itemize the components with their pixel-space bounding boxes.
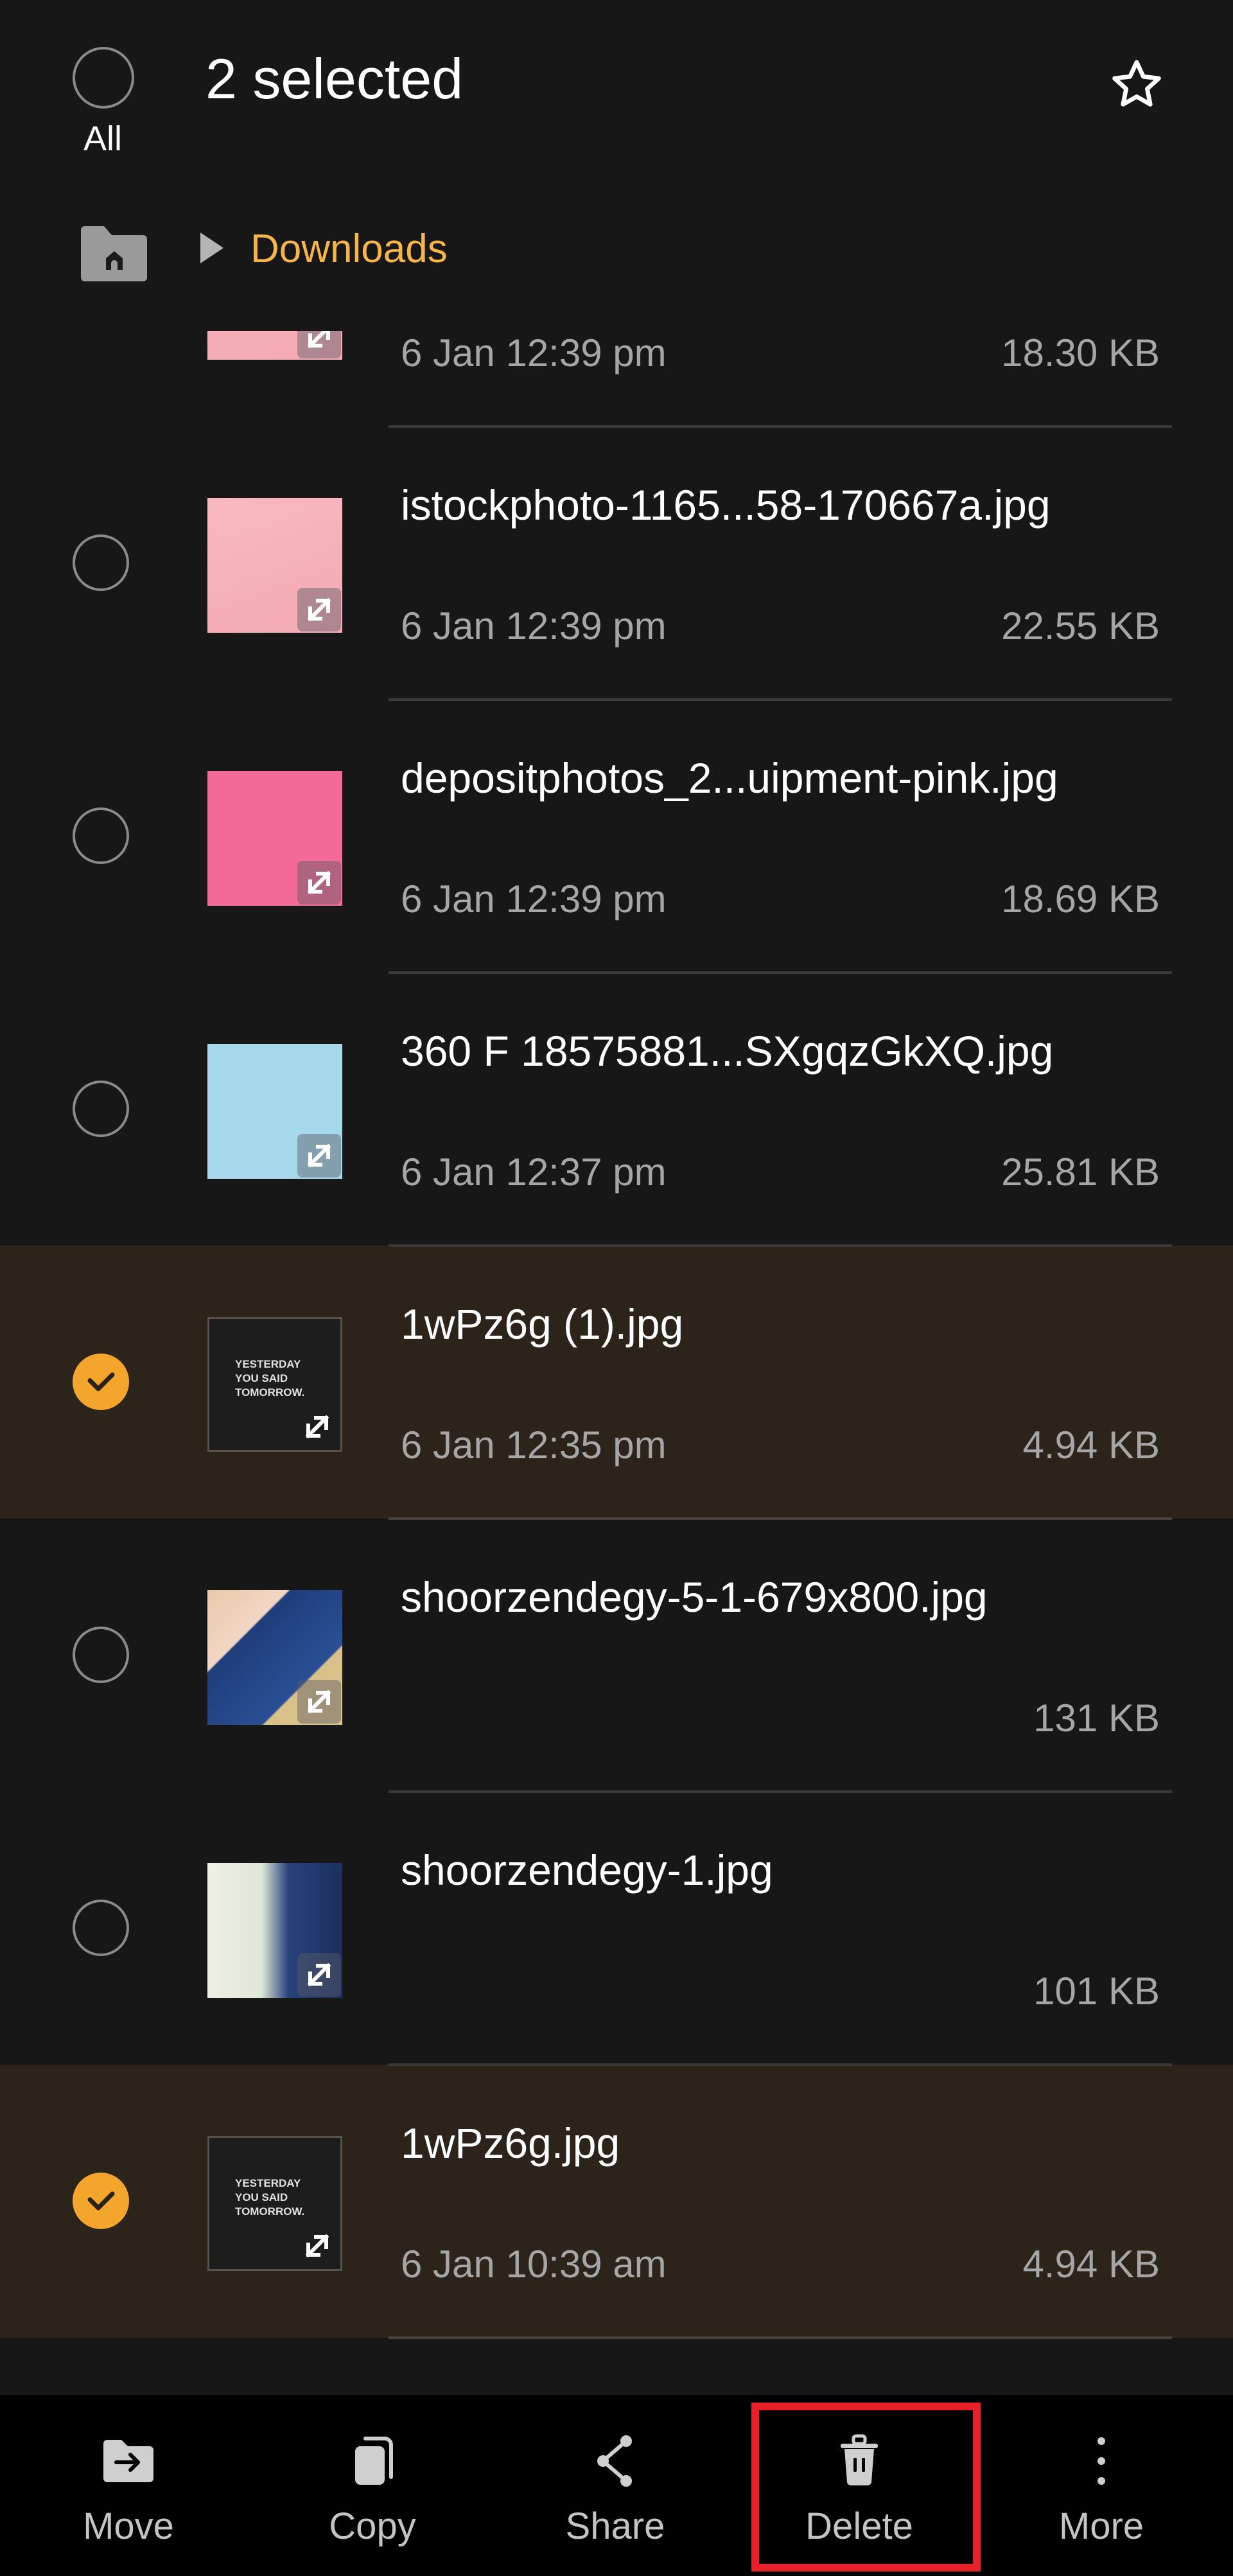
file-name: istockphoto-1165...58-170667a.jpg	[401, 481, 1051, 529]
copy-label: Copy	[329, 2505, 416, 2547]
row-divider	[389, 698, 1172, 701]
row-divider	[389, 2336, 1172, 2339]
share-label: Share	[565, 2505, 665, 2547]
copy-icon	[355, 2437, 393, 2485]
expand-preview-icon[interactable]	[297, 1953, 341, 1997]
file-thumbnail[interactable]	[207, 1044, 342, 1179]
move-to-folder-icon	[103, 2440, 153, 2482]
expand-preview-icon[interactable]	[297, 861, 341, 904]
file-row[interactable]: istockphoto-1165...58-170667a.jpg 6 Jan 1…	[0, 427, 1233, 701]
file-size: 18.69 KB	[1001, 878, 1160, 921]
checkbox-unchecked[interactable]	[73, 1627, 129, 1683]
thumbnail-text: YESTERDAY YOU SAID TOMORROW.	[235, 2177, 305, 2218]
file-row[interactable]: YESTERDAY YOU SAID TOMORROW. 1wPz6g (1).j…	[0, 1246, 1233, 1520]
bottom-action-bar: Move Copy Share Delete More	[0, 2395, 1233, 2576]
file-row[interactable]: shoorzendegy-5-1-679x800.jpg 131 KB	[0, 1519, 1233, 1793]
triangle-right-icon	[200, 233, 223, 263]
select-all-label: All	[83, 119, 122, 158]
file-size: 25.81 KB	[1001, 1151, 1160, 1194]
more-vertical-icon	[1097, 2437, 1105, 2485]
file-name: shoorzendegy-5-1-679x800.jpg	[401, 1573, 988, 1621]
select-all-checkbox[interactable]	[73, 47, 134, 109]
file-thumbnail[interactable]	[207, 1863, 342, 1998]
file-list[interactable]: 6 Jan 12:39 pm 18.30 KB istockphoto-1165..…	[0, 331, 1233, 2395]
expand-preview-icon[interactable]	[297, 588, 341, 631]
file-name: depositphotos_2...uipment-pink.jpg	[401, 754, 1058, 802]
file-thumbnail[interactable]: YESTERDAY YOU SAID TOMORROW.	[207, 2136, 342, 2271]
file-date: 6 Jan 10:39 am	[401, 2243, 667, 2286]
file-name: 1wPz6g.jpg	[401, 2119, 620, 2167]
file-size: 18.30 KB	[1001, 331, 1160, 375]
file-thumbnail[interactable]	[207, 331, 342, 360]
file-date: 6 Jan 12:39 pm	[401, 878, 667, 921]
file-row[interactable]: shoorzendegy-1.jpg 101 KB	[0, 1792, 1233, 2066]
file-name: 360 F 18575881...SXgqzGkXQ.jpg	[401, 1027, 1054, 1075]
share-icon	[597, 2435, 632, 2487]
expand-preview-icon[interactable]	[297, 331, 341, 358]
expand-preview-icon[interactable]	[295, 2224, 339, 2268]
file-thumbnail[interactable]	[207, 1590, 342, 1725]
move-button[interactable]: Move	[32, 2395, 225, 2576]
file-row[interactable]: YESTERDAY YOU SAID TOMORROW. 1wPz6g.jpg 6 …	[0, 2065, 1233, 2339]
file-thumbnail[interactable]	[207, 771, 342, 906]
row-divider	[389, 1517, 1172, 1520]
file-size: 4.94 KB	[1022, 2243, 1160, 2286]
file-row[interactable]: depositphotos_2...uipment-pink.jpg 6 Jan …	[0, 700, 1233, 974]
home-folder-icon[interactable]	[77, 225, 151, 283]
file-size: 101 KB	[1033, 1970, 1160, 2013]
thumbnail-text: YESTERDAY YOU SAID TOMORROW.	[235, 1358, 305, 1398]
file-size: 22.55 KB	[1001, 604, 1160, 648]
selection-count-title: 2 selected	[206, 47, 464, 110]
file-date: 6 Jan 12:39 pm	[401, 604, 667, 648]
checkbox-checked[interactable]	[73, 2173, 129, 2229]
share-button[interactable]: Share	[519, 2395, 712, 2576]
row-divider	[389, 425, 1172, 428]
expand-preview-icon[interactable]	[297, 1680, 341, 1724]
file-name: shoorzendegy-1.jpg	[401, 1846, 773, 1894]
file-thumbnail[interactable]	[207, 498, 342, 633]
file-date: 6 Jan 12:37 pm	[401, 1151, 667, 1194]
checkbox-checked[interactable]	[73, 1354, 129, 1410]
file-row[interactable]: 6 Jan 12:39 pm 18.30 KB	[0, 331, 1233, 428]
more-button[interactable]: More	[1005, 2395, 1198, 2576]
expand-preview-icon[interactable]	[295, 1405, 339, 1449]
file-thumbnail[interactable]: YESTERDAY YOU SAID TOMORROW.	[207, 1317, 342, 1452]
expand-preview-icon[interactable]	[297, 1134, 341, 1178]
more-label: More	[1058, 2505, 1144, 2547]
checkbox-unchecked[interactable]	[73, 1081, 129, 1137]
move-label: Move	[83, 2505, 174, 2547]
checkbox-unchecked[interactable]	[73, 807, 129, 864]
file-name: 1wPz6g (1).jpg	[401, 1300, 684, 1348]
checkbox-unchecked[interactable]	[73, 1900, 129, 1956]
star-outline-icon[interactable]	[1106, 54, 1167, 116]
delete-highlight-box	[751, 2403, 981, 2572]
row-divider	[389, 1790, 1172, 1793]
row-divider	[389, 2063, 1172, 2066]
file-size: 4.94 KB	[1022, 1424, 1160, 1467]
file-size: 131 KB	[1033, 1697, 1160, 1740]
copy-button[interactable]: Copy	[276, 2395, 469, 2576]
file-date: 6 Jan 12:39 pm	[401, 331, 667, 375]
file-row[interactable]: 360 F 18575881...SXgqzGkXQ.jpg 6 Jan 12:3…	[0, 973, 1233, 1247]
file-date: 6 Jan 12:35 pm	[401, 1424, 667, 1467]
breadcrumb-current-folder[interactable]: Downloads	[250, 224, 448, 275]
row-divider	[389, 1244, 1172, 1247]
row-divider	[389, 971, 1172, 974]
checkbox-unchecked[interactable]	[73, 534, 129, 591]
